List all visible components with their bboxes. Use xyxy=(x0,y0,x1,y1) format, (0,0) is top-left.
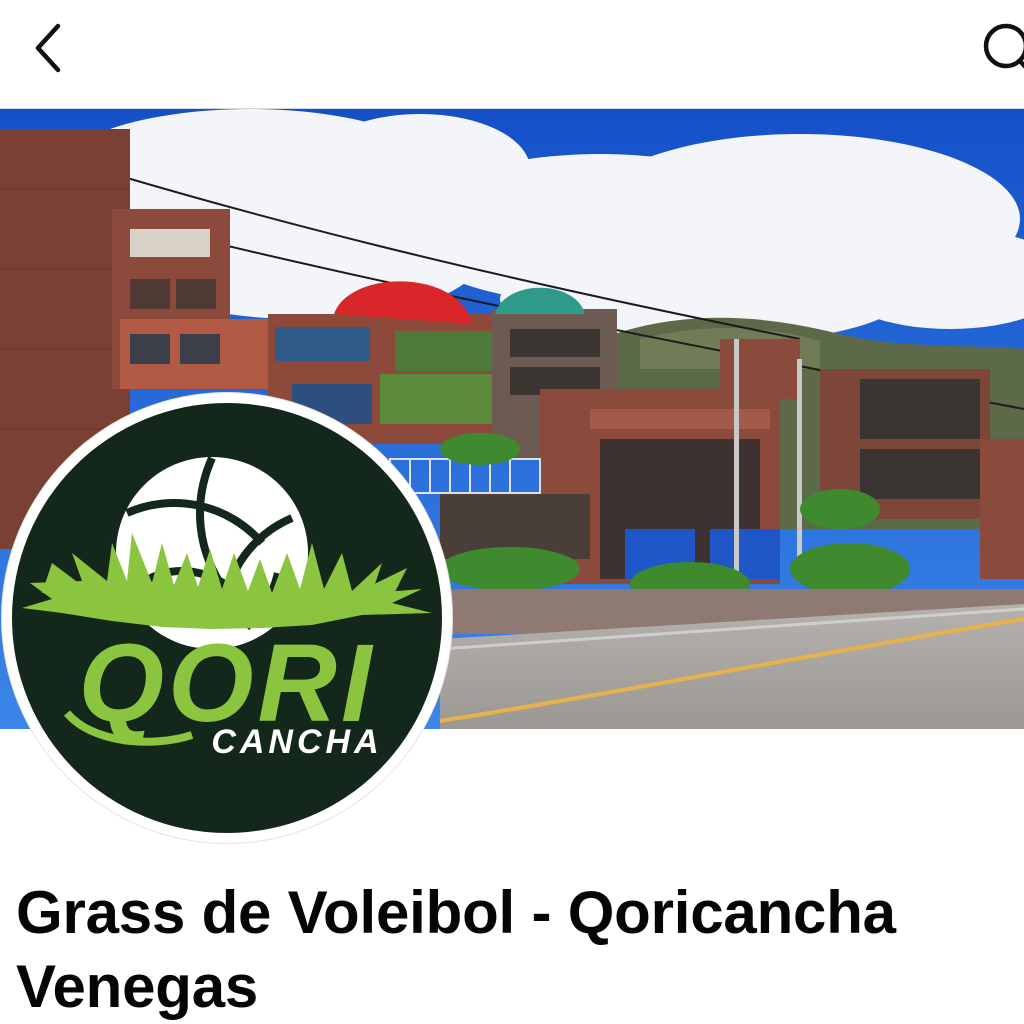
search-icon xyxy=(983,23,1024,69)
qori-cancha-logo: QORI CANCHA xyxy=(12,403,442,833)
back-button[interactable] xyxy=(18,18,78,78)
chevron-left-icon xyxy=(35,23,61,73)
brand-secondary-text: CANCHA xyxy=(211,723,382,761)
profile-picture[interactable]: QORI CANCHA xyxy=(2,393,452,843)
top-app-bar xyxy=(0,0,1024,109)
search-button[interactable] xyxy=(968,16,1024,80)
page-title: Grass de Voleibol - Qoricancha Venegas xyxy=(16,879,896,1020)
logo-artwork: QORI CANCHA xyxy=(22,456,432,761)
